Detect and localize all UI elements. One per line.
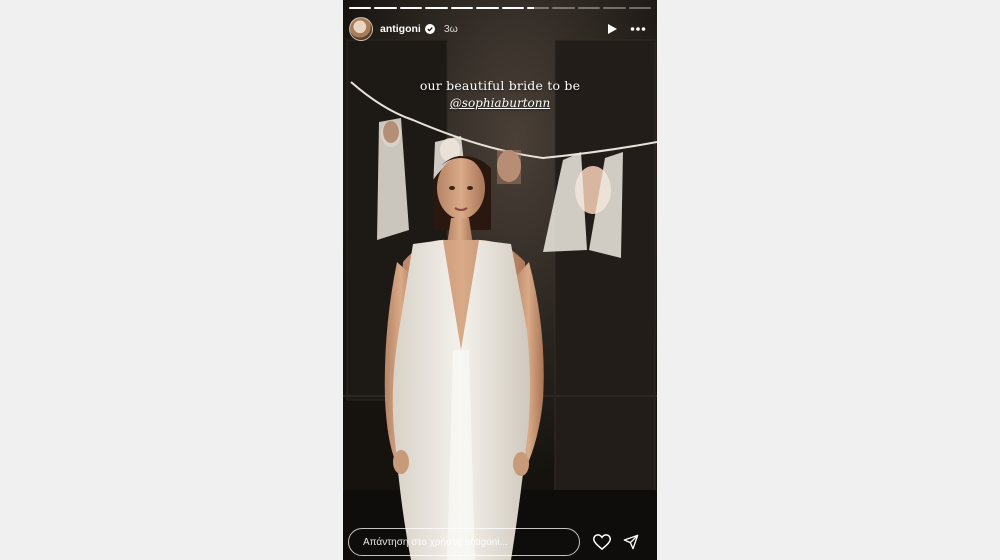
progress-segment-fill — [476, 7, 499, 9]
play-button[interactable] — [601, 18, 623, 40]
progress-segment — [603, 7, 626, 9]
page: antigoni 3ω our beautiful bride to be @s… — [0, 0, 1000, 560]
progress-segment — [374, 7, 397, 9]
progress-segment — [501, 7, 524, 9]
progress-segment-fill — [374, 7, 397, 9]
verified-badge-icon — [424, 24, 435, 34]
story-header: antigoni 3ω — [349, 17, 649, 41]
send-icon — [623, 534, 639, 550]
progress-segment — [526, 7, 550, 9]
progress-segment — [450, 7, 474, 9]
reply-input[interactable] — [348, 528, 580, 556]
share-button[interactable] — [619, 530, 643, 554]
progress-segment-fill — [425, 7, 448, 9]
progress-segment-fill — [450, 7, 474, 9]
progress-segment-fill — [349, 7, 372, 9]
caption-mention-link[interactable]: @sophiaburtonn — [343, 96, 657, 110]
progress-segment — [399, 7, 423, 9]
post-time: 3ω — [443, 23, 458, 35]
play-icon — [608, 24, 617, 34]
progress-segment — [349, 7, 372, 9]
caption-text: our beautiful bride to be — [419, 78, 581, 93]
progress-segment — [552, 7, 575, 9]
progress-segment — [577, 7, 601, 9]
progress-segment-fill — [526, 7, 534, 9]
story-footer — [348, 527, 649, 557]
progress-segment — [476, 7, 499, 9]
progress-segment — [425, 7, 448, 9]
avatar[interactable] — [349, 17, 373, 41]
progress-segment-fill — [399, 7, 423, 9]
heart-icon — [593, 534, 611, 550]
more-icon — [630, 27, 646, 31]
progress-segment-fill — [501, 7, 524, 9]
story-caption: our beautiful bride to be @sophiaburtonn — [343, 78, 657, 110]
username[interactable]: antigoni — [380, 23, 421, 35]
like-button[interactable] — [590, 530, 614, 554]
progress-segment — [628, 7, 652, 9]
more-options-button[interactable] — [627, 18, 649, 40]
story-progress-bar — [349, 7, 652, 9]
story-viewer[interactable]: antigoni 3ω our beautiful bride to be @s… — [343, 0, 657, 560]
